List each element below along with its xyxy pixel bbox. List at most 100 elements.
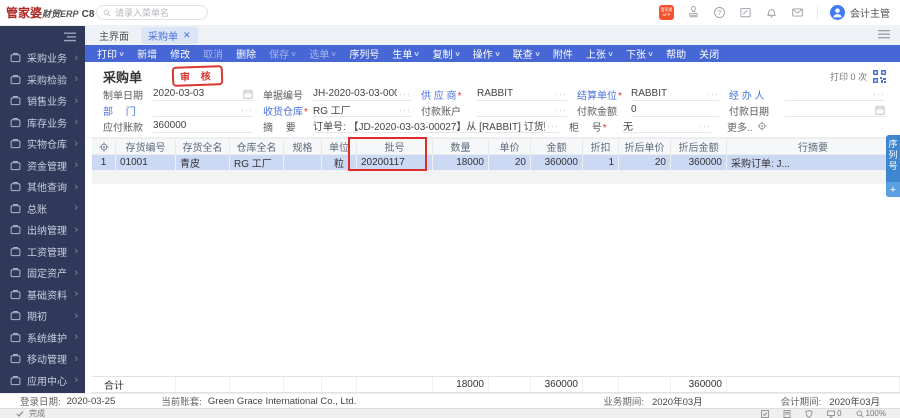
user-menu[interactable]: 会计主管 bbox=[817, 5, 890, 20]
notification-bell-icon[interactable] bbox=[765, 6, 778, 19]
lookup-dots-icon[interactable]: ··· bbox=[553, 105, 567, 115]
sidebar-item-app-center[interactable]: 应用中心 › bbox=[0, 370, 85, 392]
cell-warehouse-name[interactable]: RG 工厂 bbox=[230, 155, 284, 170]
monitor-icon[interactable] bbox=[827, 410, 835, 418]
sidebar-item-physical-warehouse[interactable]: 实物仓库 › bbox=[0, 133, 85, 155]
column-header-line-summary[interactable]: 行摘要 bbox=[727, 139, 900, 154]
field-input-payable[interactable]: 360000 bbox=[153, 119, 253, 133]
column-header-price[interactable]: 单价 bbox=[489, 139, 531, 154]
column-header-row-index[interactable] bbox=[92, 139, 116, 154]
menu-search-input[interactable]: 请录入菜单名 bbox=[96, 5, 208, 20]
tab-close-icon[interactable]: ✕ bbox=[183, 30, 191, 41]
toolbar-item-next-doc[interactable]: 下张∨ bbox=[626, 46, 653, 61]
cell-row-index[interactable]: 1 bbox=[92, 155, 116, 170]
toolbar-item-save[interactable]: 保存∨ bbox=[269, 46, 296, 61]
sidebar-item-other-query[interactable]: 其他查询 › bbox=[0, 176, 85, 198]
sidebar-item-fund-management[interactable]: 资金管理 › bbox=[0, 155, 85, 177]
sidebar-item-payroll-management[interactable]: 工资管理 › bbox=[0, 241, 85, 263]
column-header-item-no[interactable]: 存货编号 bbox=[116, 139, 176, 154]
field-input-pay-account[interactable]: ··· bbox=[477, 103, 567, 117]
field-input-pay-date[interactable] bbox=[785, 103, 885, 117]
sidebar-item-purchase-inspection[interactable]: 采购检验 › bbox=[0, 69, 85, 91]
lookup-dots-icon[interactable]: ··· bbox=[553, 89, 567, 99]
sidebar-item-fixed-assets[interactable]: 固定资产 › bbox=[0, 262, 85, 284]
page-icon[interactable] bbox=[783, 410, 791, 418]
sidebar-item-mobile-management[interactable]: 移动管理 › bbox=[0, 348, 85, 370]
sidebar-item-opening-balance[interactable]: 期初 › bbox=[0, 305, 85, 327]
cell-spec[interactable] bbox=[284, 155, 322, 170]
cell-qty[interactable]: 18000 bbox=[433, 155, 489, 170]
cell-item-no[interactable]: 01001 bbox=[116, 155, 176, 170]
grid-row-selected[interactable]: 101001青皮RG 工厂粒20200117180002036000012036… bbox=[92, 155, 900, 171]
sidebar-item-general-ledger[interactable]: 总账 › bbox=[0, 198, 85, 220]
field-input-settle-unit[interactable]: RABBIT··· bbox=[631, 87, 719, 101]
cell-line-summary[interactable]: 采购订单: J... bbox=[727, 155, 900, 170]
toolbar-item-prev-doc[interactable]: 上张∨ bbox=[586, 46, 613, 61]
cell-price[interactable]: 20 bbox=[489, 155, 531, 170]
sidebar-item-base-data[interactable]: 基础资料 › bbox=[0, 284, 85, 306]
cell-batch-no[interactable]: 20200117 bbox=[357, 155, 433, 170]
field-input-supplier[interactable]: RABBIT··· bbox=[477, 87, 567, 101]
lookup-dots-icon[interactable]: ··· bbox=[697, 121, 711, 131]
field-input-receive-warehouse[interactable]: RG 工厂··· bbox=[313, 103, 411, 117]
toolbar-item-serial-no[interactable]: 序列号 bbox=[349, 46, 379, 61]
sidebar-item-cashier-management[interactable]: 出纳管理 › bbox=[0, 219, 85, 241]
field-input-department[interactable]: ··· bbox=[153, 103, 253, 117]
toolbar-item-attachment[interactable]: 附件 bbox=[553, 46, 573, 61]
sidebar-item-system-maintenance[interactable]: 系统维护 › bbox=[0, 327, 85, 349]
field-input-container-no[interactable]: 无··· bbox=[623, 119, 711, 133]
column-header-item-name[interactable]: 存货全名 bbox=[176, 139, 230, 154]
toolbar-item-add[interactable]: 新增 bbox=[137, 46, 157, 61]
toolbar-item-pick-order[interactable]: 选单∨ bbox=[309, 46, 336, 61]
sidebar-item-inventory-business[interactable]: 库存业务 › bbox=[0, 112, 85, 134]
app-promo-icon[interactable]: 管家婆APP bbox=[659, 5, 674, 20]
toolbar-item-link-query[interactable]: 联查∨ bbox=[513, 46, 540, 61]
cell-discount[interactable]: 1 bbox=[583, 155, 619, 170]
sidebar-collapse-button[interactable] bbox=[0, 26, 85, 47]
toolbar-item-delete[interactable]: 删除 bbox=[236, 46, 256, 61]
lookup-dots-icon[interactable]: ··· bbox=[705, 89, 719, 99]
sidebar-item-sales-business[interactable]: 销售业务 › bbox=[0, 90, 85, 112]
cell-item-name[interactable]: 青皮 bbox=[176, 155, 230, 170]
field-input-doc-no[interactable]: JH-2020-03-03-00029··· bbox=[313, 87, 411, 101]
field-input-pay-amount[interactable]: 0 bbox=[631, 103, 719, 117]
toolbar-item-help[interactable]: 帮助 bbox=[666, 46, 686, 61]
tab-list-button[interactable] bbox=[878, 30, 890, 42]
cell-amount[interactable]: 360000 bbox=[531, 155, 583, 170]
toolbar-item-copy[interactable]: 复制∨ bbox=[433, 46, 460, 61]
column-header-batch-no[interactable]: 批号 bbox=[357, 139, 433, 154]
toolbar-item-operation[interactable]: 操作∨ bbox=[473, 46, 500, 61]
tab-purchase-order[interactable]: 采购单 ✕ bbox=[141, 27, 198, 44]
mail-icon[interactable] bbox=[791, 6, 804, 19]
toolbar-item-cancel[interactable]: 取消 bbox=[203, 46, 223, 61]
cell-disc-amount[interactable]: 360000 bbox=[671, 155, 727, 170]
column-header-spec[interactable]: 规格 bbox=[284, 139, 322, 154]
more-fields-link[interactable]: 更多.. bbox=[727, 119, 767, 134]
column-header-discount[interactable]: 折扣 bbox=[583, 139, 619, 154]
toolbar-item-print[interactable]: 打印∨ bbox=[97, 46, 124, 61]
column-header-qty[interactable]: 数量 bbox=[433, 139, 489, 154]
column-header-warehouse-name[interactable]: 仓库全名 bbox=[230, 139, 284, 154]
qr-code-icon[interactable] bbox=[873, 70, 886, 83]
cell-disc-price[interactable]: 20 bbox=[619, 155, 671, 170]
zoom-magnifier-icon[interactable] bbox=[856, 410, 864, 418]
add-plus-button[interactable]: + bbox=[886, 182, 900, 197]
toolbar-item-generate[interactable]: 生单∨ bbox=[392, 46, 419, 61]
stamp-icon[interactable] bbox=[687, 6, 700, 19]
cell-unit[interactable]: 粒 bbox=[322, 155, 357, 170]
help-icon[interactable]: ? bbox=[713, 6, 726, 19]
toolbar-item-close[interactable]: 关闭 bbox=[699, 46, 719, 61]
lookup-dots-icon[interactable]: ··· bbox=[545, 121, 559, 131]
column-header-disc-amount[interactable]: 折后金额 bbox=[671, 139, 727, 154]
column-header-unit[interactable]: 单位 bbox=[322, 139, 357, 154]
sidebar-item-purchase-business[interactable]: 采购业务 › bbox=[0, 47, 85, 69]
column-header-amount[interactable]: 金额 bbox=[531, 139, 583, 154]
serial-number-side-tab[interactable]: 序列号 + bbox=[886, 135, 900, 197]
field-input-handler[interactable]: ··· bbox=[785, 87, 885, 101]
lookup-dots-icon[interactable]: ··· bbox=[397, 105, 411, 115]
column-header-disc-price[interactable]: 折后单价 bbox=[619, 139, 671, 154]
field-input-doc-date[interactable]: 2020-03-03 bbox=[153, 87, 253, 101]
field-input-summary[interactable]: 订单号: 【JD-2020-03-03-00027】从 [RABBIT] 订货购… bbox=[313, 119, 559, 133]
toolbar-item-edit[interactable]: 修改 bbox=[170, 46, 190, 61]
feedback-icon[interactable] bbox=[739, 6, 752, 19]
